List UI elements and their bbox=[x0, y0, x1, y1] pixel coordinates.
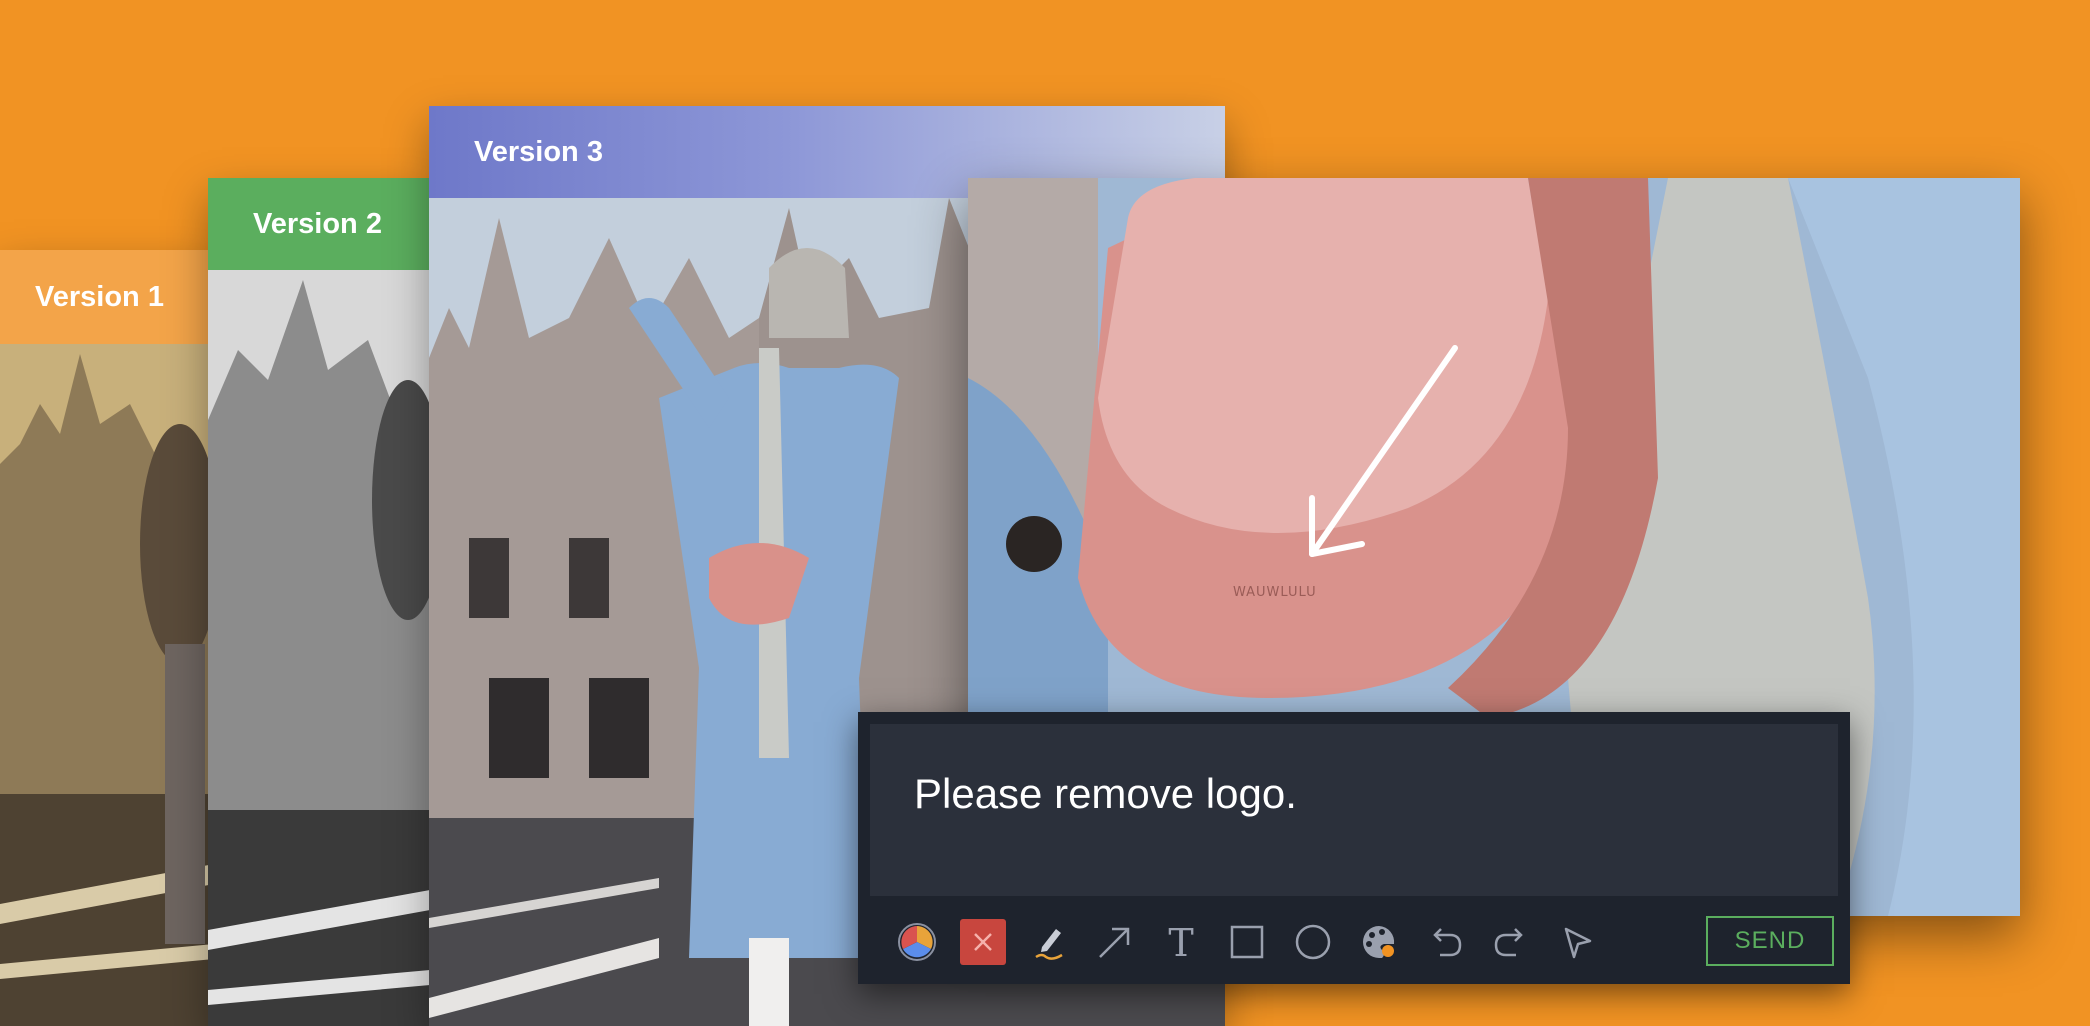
comment-input[interactable]: Please remove logo. bbox=[870, 724, 1838, 896]
rectangle-icon[interactable] bbox=[1224, 919, 1270, 965]
cathedral-sepia-image bbox=[0, 344, 214, 1026]
comment-text: Please remove logo. bbox=[914, 770, 1297, 817]
undo-icon[interactable] bbox=[1422, 919, 1468, 965]
highlighter-icon[interactable] bbox=[1026, 919, 1072, 965]
arrow-icon[interactable] bbox=[1092, 919, 1138, 965]
bag-logo-mark: WAUWLULU bbox=[1233, 585, 1317, 600]
comment-panel: Please remove logo. T SEND bbox=[858, 712, 1850, 984]
version-2-card[interactable]: Version 2 bbox=[208, 178, 430, 1026]
circle-icon[interactable] bbox=[1290, 919, 1336, 965]
send-button[interactable]: SEND bbox=[1706, 916, 1834, 966]
version-1-card[interactable]: Version 1 bbox=[0, 250, 214, 1026]
version-1-header: Version 1 bbox=[0, 250, 214, 344]
version-3-label: Version 3 bbox=[474, 135, 603, 168]
delete-icon[interactable] bbox=[960, 919, 1006, 965]
version-2-photo bbox=[208, 270, 430, 1026]
palette-icon[interactable] bbox=[1356, 919, 1402, 965]
version-1-label: Version 1 bbox=[35, 280, 164, 313]
color-picker-icon[interactable] bbox=[894, 919, 940, 965]
text-icon[interactable]: T bbox=[1158, 919, 1204, 965]
svg-text:T: T bbox=[1168, 921, 1193, 963]
redo-icon[interactable] bbox=[1488, 919, 1534, 965]
annotation-toolbar: T bbox=[894, 912, 1600, 972]
version-2-header: Version 2 bbox=[208, 178, 430, 270]
pointer-icon[interactable] bbox=[1554, 919, 1600, 965]
version-2-label: Version 2 bbox=[253, 207, 382, 240]
version-1-photo bbox=[0, 344, 214, 1026]
cathedral-grayscale-image bbox=[208, 270, 430, 1026]
